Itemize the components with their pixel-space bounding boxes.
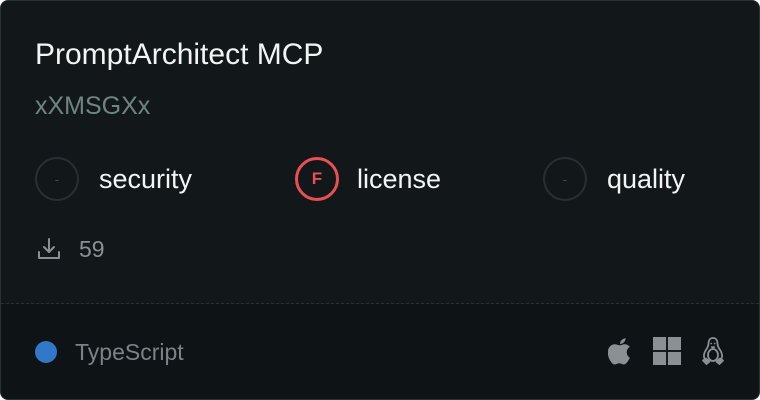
grade-badge-license: F xyxy=(295,157,339,201)
author-name[interactable]: xXMSGXx xyxy=(35,91,150,121)
quality-grade[interactable]: - quality xyxy=(543,155,685,203)
license-grade[interactable]: F license xyxy=(295,155,441,203)
card-footer: TypeScript xyxy=(1,304,759,399)
grade-label-quality: quality xyxy=(607,163,686,194)
apple-icon xyxy=(607,336,635,366)
server-title[interactable]: PromptArchitect MCP xyxy=(35,37,323,73)
grade-label-security: security xyxy=(99,163,193,194)
language-color-dot xyxy=(35,341,57,363)
card-body: PromptArchitect MCP xXMSGXx - security F… xyxy=(1,1,759,303)
download-icon xyxy=(35,235,63,263)
windows-icon xyxy=(653,336,681,366)
grade-badge-security: - xyxy=(35,157,79,201)
linux-icon xyxy=(699,336,727,366)
platform-icons xyxy=(607,334,727,368)
language-label: TypeScript xyxy=(75,339,184,365)
grade-label-license: license xyxy=(357,163,442,194)
downloads: 59 xyxy=(35,235,105,263)
grade-badge-quality: - xyxy=(543,157,587,201)
security-grade[interactable]: - security xyxy=(35,155,192,203)
download-count: 59 xyxy=(79,235,105,262)
server-card[interactable]: PromptArchitect MCP xXMSGXx - security F… xyxy=(0,0,760,400)
